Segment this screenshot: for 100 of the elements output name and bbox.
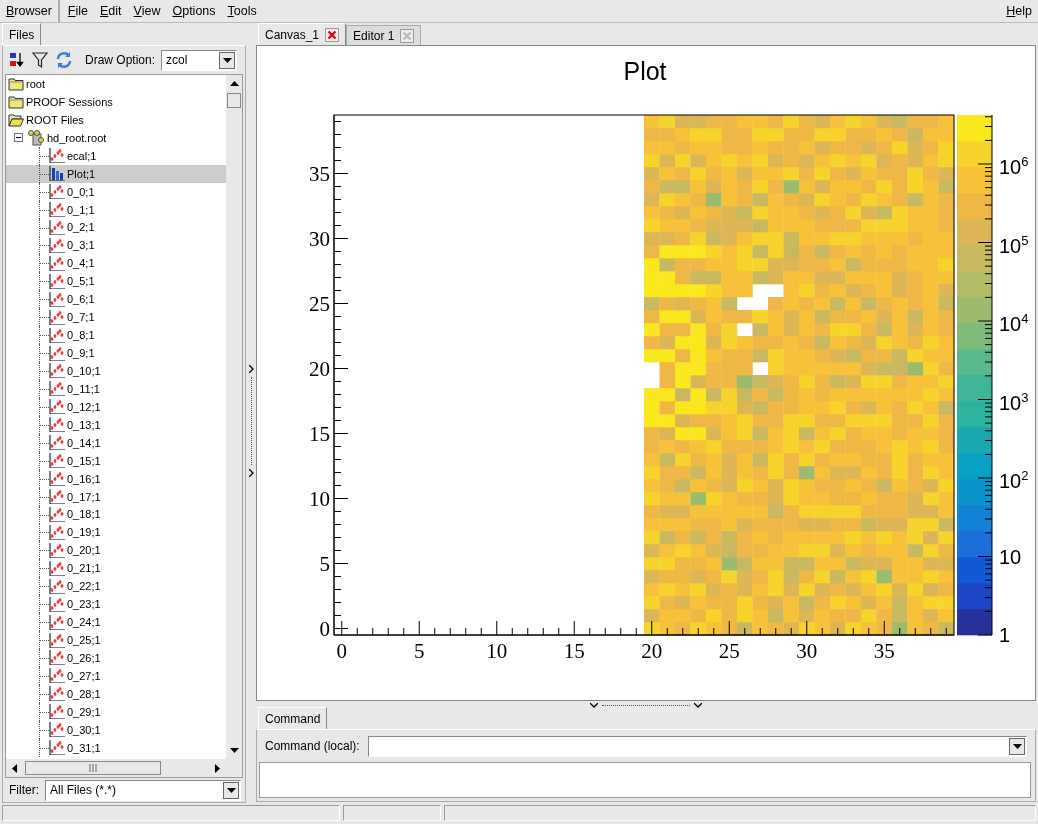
tree-item[interactable]: 0_22;1: [6, 577, 226, 596]
tree-item[interactable]: 0_24;1: [6, 613, 226, 632]
histogram-icon: [49, 453, 65, 469]
color-scale-label: 10$^{5}$: [999, 231, 1029, 256]
caret-icon: [1012, 743, 1022, 749]
scroll-left-icon[interactable]: [12, 763, 17, 773]
tree-item[interactable]: 0_3;1: [6, 236, 226, 255]
tree-item[interactable]: 0_6;1: [6, 290, 226, 309]
tree-item[interactable]: 0_0;1: [6, 182, 226, 201]
histogram-icon: [49, 560, 65, 576]
tree-item[interactable]: ROOT Files: [6, 110, 226, 129]
tree-item[interactable]: 0_28;1: [6, 684, 226, 703]
color-scale-label: 10$^{6}$: [999, 152, 1029, 178]
tree-item[interactable]: 0_21;1: [6, 559, 226, 578]
tree-item[interactable]: 0_14;1: [6, 433, 226, 452]
tree-item[interactable]: 0_4;1: [6, 254, 226, 273]
filter-dropdown[interactable]: All Files (*.*): [45, 779, 241, 801]
command-field[interactable]: [367, 735, 1027, 757]
sort-icon[interactable]: [7, 51, 25, 69]
tree-item[interactable]: 0_19;1: [6, 523, 226, 542]
x-tick-label: 15: [563, 640, 585, 662]
draw-option-dropdown[interactable]: zcol: [161, 49, 238, 71]
histogram-icon: [49, 722, 65, 738]
color-scale-label: 10$^{4}$: [999, 309, 1029, 335]
scroll-up-icon[interactable]: [229, 81, 239, 86]
menu-item[interactable]: Options: [166, 4, 222, 18]
tree-item[interactable]: 0_12;1: [6, 397, 226, 416]
canvas-tab[interactable]: Editor 1: [346, 25, 422, 45]
tree-item[interactable]: 0_18;1: [6, 505, 226, 524]
histogram-icon: [49, 632, 65, 648]
file-icon: [27, 129, 45, 146]
tree-item[interactable]: 0_16;1: [6, 469, 226, 488]
y-tick-label: 15: [309, 422, 330, 445]
tree-item[interactable]: 0_25;1: [6, 631, 226, 649]
scroll-thumb[interactable]: [227, 93, 241, 108]
canvas-tab[interactable]: Canvas_1: [258, 23, 347, 45]
expander-icon[interactable]: [14, 133, 23, 143]
tree-item[interactable]: 0_13;1: [6, 415, 226, 434]
tree-item[interactable]: 0_23;1: [6, 595, 226, 614]
tree-item[interactable]: 0_20;1: [6, 541, 226, 560]
y-tick-label: 30: [309, 227, 330, 250]
tree-item[interactable]: 0_1;1: [6, 200, 226, 219]
tree-item[interactable]: 0_10;1: [6, 362, 226, 380]
histogram-icon: [49, 542, 65, 558]
plot-title: Plot: [623, 57, 667, 86]
menu-item[interactable]: File: [61, 4, 94, 18]
command-tab[interactable]: Command: [258, 707, 328, 729]
tree-item[interactable]: 0_11;1: [6, 379, 226, 398]
x-tick-label: 0: [336, 640, 347, 662]
scroll-down-icon[interactable]: [229, 748, 239, 753]
histogram-icon: [49, 650, 65, 666]
command-label: Command (local):: [264, 739, 360, 753]
menu-item[interactable]: Edit: [94, 4, 128, 18]
tree-item[interactable]: 0_30;1: [6, 720, 226, 739]
color-scale-label: 1: [999, 624, 1011, 646]
histogram-icon: [49, 668, 65, 684]
histogram-icon: [49, 237, 65, 253]
histogram-icon: [49, 202, 65, 218]
tree-item[interactable]: Plot;1: [6, 164, 226, 183]
histogram-icon: [49, 417, 65, 433]
draw-option-label: Draw Option:: [84, 53, 156, 67]
tree-item[interactable]: 0_5;1: [6, 272, 226, 291]
histogram-icon: [49, 614, 65, 630]
close-icon[interactable]: [325, 27, 340, 42]
histogram-icon: [49, 381, 65, 397]
tree-item[interactable]: root: [6, 75, 226, 93]
menu-item[interactable]: Tools: [221, 4, 263, 18]
caret-icon: [226, 787, 236, 793]
histogram-icon: [49, 578, 65, 594]
tree-item[interactable]: 0_17;1: [6, 487, 226, 506]
filter-icon[interactable]: [31, 51, 49, 69]
tree-item[interactable]: 0_27;1: [6, 666, 226, 685]
grip-icon: [89, 764, 97, 772]
x-tick-label: 35: [873, 640, 895, 662]
tree-item[interactable]: PROOF Sessions: [6, 92, 226, 111]
tree-item[interactable]: 0_31;1: [6, 738, 226, 757]
tree-item[interactable]: 0_2;1: [6, 218, 226, 237]
tree-item[interactable]: 0_15;1: [6, 451, 226, 470]
tree-item[interactable]: 0_8;1: [6, 326, 226, 345]
tree-item[interactable]: 0_29;1: [6, 702, 226, 721]
histogram-icon: [49, 291, 65, 307]
color-scale-label: 10: [999, 545, 1022, 568]
y-tick-label: 25: [309, 292, 330, 315]
help-menu[interactable]: Help: [1000, 4, 1038, 18]
tree-item[interactable]: hd_root.root: [6, 128, 226, 147]
tree-item[interactable]: 0_26;1: [6, 649, 226, 667]
tree-item[interactable]: 0_7;1: [6, 308, 226, 327]
refresh-icon[interactable]: [55, 51, 73, 69]
histogram-icon: [49, 148, 65, 164]
histogram-icon: [49, 704, 65, 720]
y-tick-label: 10: [309, 487, 330, 510]
scroll-right-icon[interactable]: [215, 763, 220, 773]
x-tick-label: 10: [486, 640, 508, 662]
tree-item[interactable]: 0_9;1: [6, 344, 226, 362]
histogram-icon: [49, 506, 65, 522]
files-tab[interactable]: Files: [2, 23, 42, 45]
histogram-icon: [49, 309, 65, 325]
menu-item[interactable]: View: [127, 4, 167, 18]
bar-chart-icon: [49, 166, 65, 182]
tree-item[interactable]: ecal;1: [6, 146, 226, 165]
